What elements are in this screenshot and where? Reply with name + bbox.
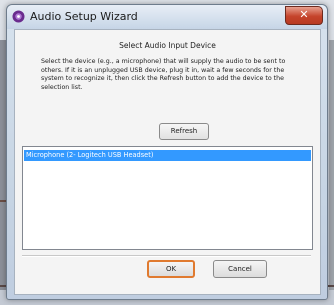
window-title: Audio Setup Wizard <box>30 10 138 23</box>
background-window-edge-right <box>329 40 334 290</box>
close-x-icon: ✕ <box>299 8 309 21</box>
audio-wizard-icon <box>12 10 25 23</box>
device-list[interactable]: Microphone (2- Logitech USB Headset) <box>22 146 313 250</box>
divider <box>22 255 311 257</box>
title-bar[interactable]: Audio Setup Wizard ✕ <box>7 5 327 29</box>
device-list-item-selected[interactable]: Microphone (2- Logitech USB Headset) <box>24 150 311 161</box>
close-button[interactable]: ✕ <box>285 6 323 25</box>
wizard-content-panel: Select Audio Input Device Select the dev… <box>14 29 321 295</box>
cancel-button[interactable]: Cancel <box>213 260 267 278</box>
audio-setup-wizard-window: Audio Setup Wizard ✕ Select Audio Input … <box>6 4 328 300</box>
instructions-text: Select the device (e.g., a microphone) t… <box>41 58 286 92</box>
ok-button[interactable]: OK <box>147 260 195 278</box>
page-heading: Select Audio Input Device <box>119 41 216 50</box>
refresh-button[interactable]: Refresh <box>159 123 209 140</box>
